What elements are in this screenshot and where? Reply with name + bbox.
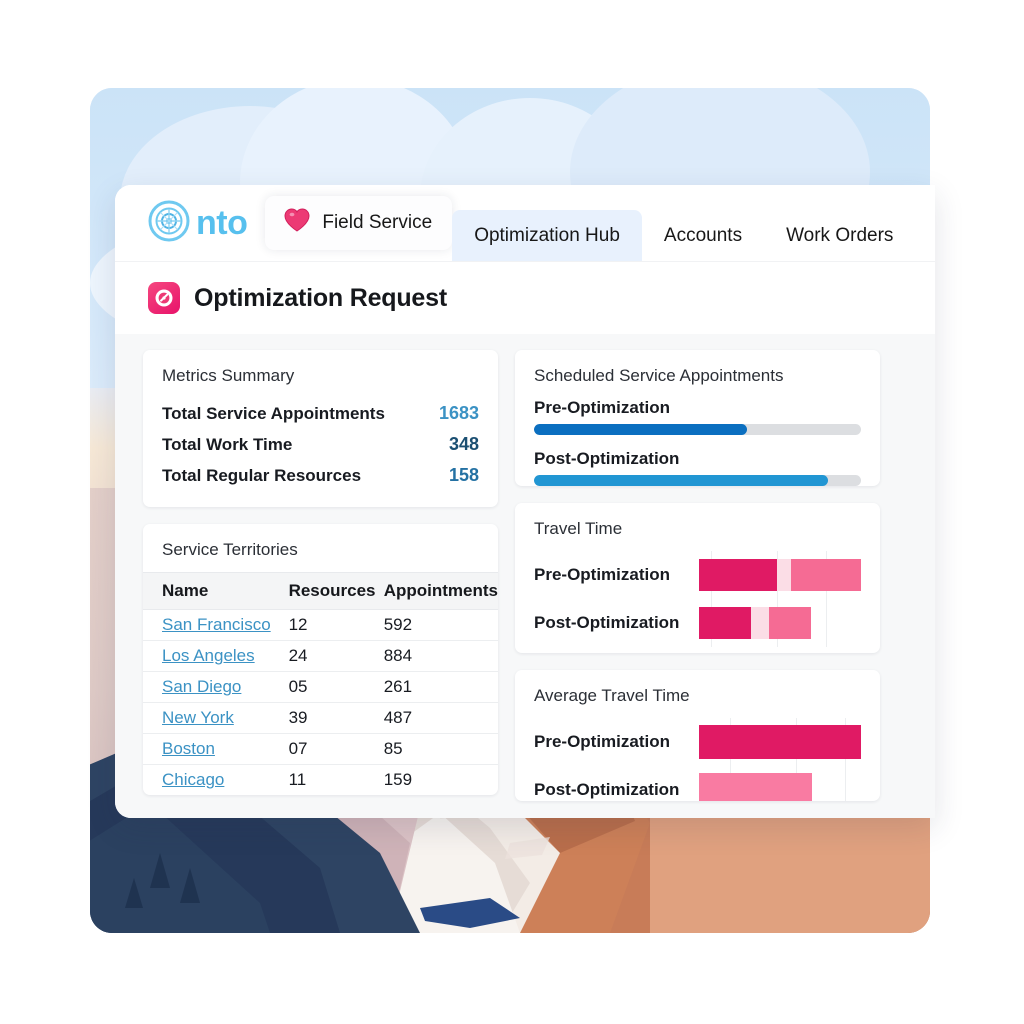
cell-appointments: 85 — [383, 733, 498, 765]
tab-label: Field Service — [322, 212, 433, 233]
metric-label: Total Service Appointments — [162, 404, 385, 423]
metric-label: Total Regular Resources — [162, 466, 362, 485]
cell-resources: 12 — [288, 609, 384, 641]
avg-row-pre: Pre-Optimization — [534, 718, 861, 766]
table-row: New York 39 487 — [143, 702, 498, 734]
optimization-request-icon — [148, 282, 180, 314]
metric-row: Total Regular Resources 158 — [162, 460, 479, 491]
column-header-name[interactable]: Name — [143, 572, 289, 610]
column-header-appointments[interactable]: Appointments — [383, 572, 498, 610]
card-title: Scheduled Service Appointments — [534, 366, 784, 385]
segment-between-sas — [776, 559, 792, 592]
cell-appointments: 592 — [383, 609, 498, 641]
scheduled-appointments-card: Scheduled Service Appointments Pre-Optim… — [515, 350, 880, 487]
dashboard-content: Metrics Summary Total Service Appointmen… — [115, 334, 935, 818]
avg-label-post: Post-Optimization — [534, 779, 680, 799]
card-title: Travel Time — [534, 519, 623, 539]
progress-list: Pre-Optimization Post-Optimization — [515, 398, 880, 486]
tab-optimization-hub[interactable]: Optimization Hub — [452, 210, 642, 261]
cell-appointments: 261 — [383, 671, 498, 703]
metric-value: 1683 — [438, 403, 479, 423]
cell-resources: 24 — [288, 640, 384, 672]
travel-time-chart: Pre-Optimization Post-Optimization — [515, 551, 880, 653]
segment-between-sas — [750, 607, 769, 640]
cell-resources: 39 — [288, 702, 384, 734]
service-territories-table: Name Resources Appointments San Francisc… — [143, 572, 498, 795]
metric-value: 348 — [448, 434, 479, 454]
metrics-list: Total Service Appointments 1683 Total Wo… — [143, 398, 498, 507]
column-header-resources[interactable]: Resources — [288, 572, 384, 610]
avg-bar-pre — [699, 724, 861, 759]
avg-bar-track-pre — [699, 720, 861, 764]
app-window: nto Field Service Optimization Hub Accou… — [115, 185, 935, 818]
stacked-bar-pre — [699, 555, 861, 595]
table-row: San Diego 05 261 — [143, 671, 498, 703]
tab-label: Optimization Hub — [474, 224, 620, 246]
cell-resources: 05 — [288, 671, 384, 703]
card-title: Metrics Summary — [162, 366, 295, 385]
metric-row: Total Service Appointments 1683 — [162, 398, 479, 429]
travel-time-label-post: Post-Optimization — [534, 613, 680, 633]
nto-logo[interactable]: nto — [148, 185, 248, 261]
metric-value: 158 — [448, 465, 479, 485]
territory-link[interactable]: Boston — [162, 739, 215, 758]
travel-time-row-pre: Pre-Optimization — [534, 551, 861, 599]
average-travel-time-chart: Pre-Optimization Post-Optimization — [515, 717, 880, 801]
progress-label-post: Post-Optimization — [534, 449, 680, 468]
nto-logo-mark — [148, 200, 190, 247]
segment-from-base — [699, 607, 751, 640]
heart-icon — [283, 207, 311, 239]
tab-label: Work Orders — [786, 224, 894, 246]
metrics-summary-card: Metrics Summary Total Service Appointmen… — [143, 350, 498, 507]
left-column: Metrics Summary Total Service Appointmen… — [143, 350, 498, 801]
table-body: San Francisco 12 592 Los Angeles 24 884 … — [143, 609, 498, 796]
segment-to-base — [768, 607, 811, 640]
travel-time-card: Travel Time Pre-Optimization Post-Optimi… — [515, 503, 880, 653]
table-row: Boston 07 85 — [143, 733, 498, 765]
avg-label-pre: Pre-Optimization — [534, 731, 671, 751]
avg-row-post: Post-Optimization — [534, 766, 861, 801]
service-territories-card: Service Territories Name Resources Appoi… — [143, 524, 498, 795]
page-header: Optimization Request — [115, 261, 935, 334]
cell-resources: 07 — [288, 733, 384, 765]
right-column: Scheduled Service Appointments Pre-Optim… — [515, 350, 880, 801]
territory-link[interactable]: Los Angeles — [162, 646, 255, 665]
table-row: Los Angeles 24 884 — [143, 640, 498, 672]
avg-bar-post — [699, 772, 813, 801]
global-nav-bar: nto Field Service Optimization Hub Accou… — [115, 185, 935, 261]
progress-fill-post — [534, 475, 829, 486]
nto-logo-text: nto — [196, 204, 248, 242]
card-title: Service Territories — [162, 540, 298, 559]
tab-label: Accounts — [663, 224, 743, 246]
cell-resources: 11 — [288, 770, 307, 789]
progress-track-post — [534, 475, 861, 486]
metric-label: Total Work Time — [162, 435, 293, 454]
cell-appointments: 884 — [383, 640, 498, 672]
territory-link[interactable]: San Diego — [162, 677, 241, 696]
stacked-bar-post — [699, 603, 861, 643]
travel-time-row-post: Post-Optimization — [534, 599, 861, 647]
progress-track-pre — [534, 424, 861, 435]
tab-work-orders[interactable]: Work Orders — [764, 210, 915, 261]
table-row: Chicago 11 159 — [143, 765, 498, 796]
tab-accounts[interactable]: Accounts — [642, 210, 764, 261]
segment-to-base — [791, 559, 861, 592]
progress-fill-pre — [534, 424, 747, 435]
cell-appointments: 487 — [383, 702, 498, 734]
table-header: Name Resources Appointments — [143, 572, 498, 610]
avg-bar-track-post — [699, 768, 861, 801]
average-travel-time-card: Average Travel Time Pre-Optimization Pos… — [515, 669, 880, 801]
segment-from-base — [699, 559, 777, 592]
territory-link[interactable]: San Francisco — [162, 615, 271, 634]
tab-field-service[interactable]: Field Service — [265, 196, 453, 250]
cell-appointments: 159 — [383, 770, 413, 789]
metric-row: Total Work Time 348 — [162, 429, 479, 460]
table-row: San Francisco 12 592 — [143, 609, 498, 641]
travel-time-label-pre: Pre-Optimization — [534, 565, 671, 585]
page-title: Optimization Request — [194, 283, 447, 312]
progress-label-pre: Pre-Optimization — [534, 398, 671, 417]
card-title: Average Travel Time — [534, 685, 690, 705]
territory-link[interactable]: Chicago — [162, 770, 224, 789]
territory-link[interactable]: New York — [162, 708, 234, 727]
